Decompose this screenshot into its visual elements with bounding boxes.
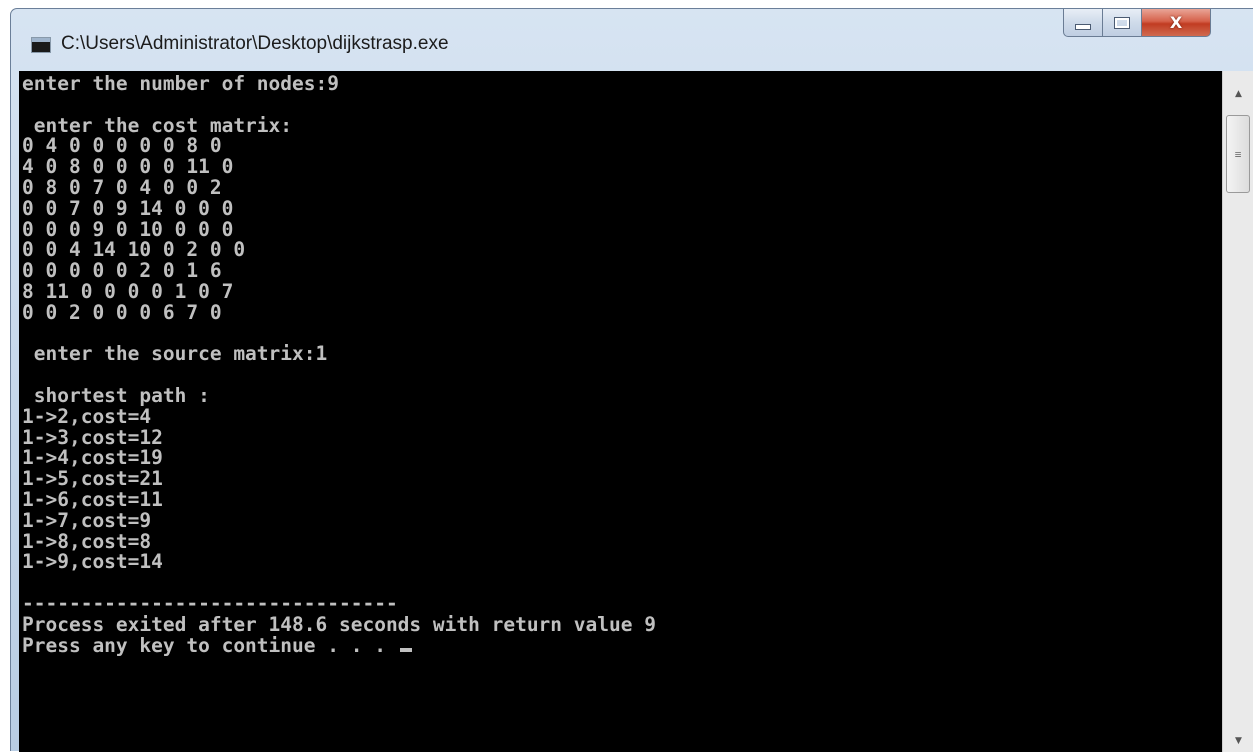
- text-cursor: [399, 647, 412, 652]
- close-button[interactable]: X: [1141, 9, 1211, 37]
- console-line: 1->6,cost=11: [22, 487, 163, 511]
- console-line: 1->5,cost=21: [22, 467, 163, 491]
- console-line: 0 0 0 9 0 10 0 0 0: [22, 217, 234, 241]
- console-line: 1->9,cost=14: [22, 550, 163, 574]
- vertical-scrollbar[interactable]: ▲ ≡ ▼: [1222, 71, 1253, 752]
- scroll-down-arrow-icon[interactable]: ▼: [1223, 730, 1253, 752]
- console-line: --------------------------------: [22, 591, 398, 615]
- console-line: 0 0 4 14 10 0 2 0 0: [22, 238, 246, 262]
- console-line: 1->2,cost=4: [22, 404, 152, 428]
- maximize-button[interactable]: [1102, 9, 1142, 37]
- close-icon: X: [1169, 13, 1183, 32]
- console-line: enter the cost matrix:: [22, 113, 293, 137]
- window-title: C:\Users\Administrator\Desktop\dijkstras…: [61, 33, 449, 54]
- console-line: 1->4,cost=19: [22, 446, 163, 470]
- console-line: 0 4 0 0 0 0 0 8 0: [22, 134, 222, 158]
- console-line: 0 0 7 0 9 14 0 0 0: [22, 196, 234, 220]
- scroll-up-arrow-icon[interactable]: ▲: [1223, 83, 1253, 105]
- console-line: Process exited after 148.6 seconds with …: [22, 612, 656, 636]
- scroll-thumb[interactable]: ≡: [1226, 115, 1250, 193]
- console-line: 4 0 8 0 0 0 0 11 0: [22, 155, 234, 179]
- console-line: enter the source matrix:1: [22, 342, 328, 366]
- console-line: 1->7,cost=9: [22, 508, 152, 532]
- minimize-icon: [1075, 23, 1091, 30]
- minimize-button[interactable]: [1063, 9, 1103, 37]
- console-line: 8 11 0 0 0 0 1 0 7: [22, 279, 234, 303]
- console-line: 1->8,cost=8: [22, 529, 152, 553]
- console-line: 1->3,cost=12: [22, 425, 163, 449]
- console-line: enter the number of nodes:9: [22, 72, 339, 95]
- title-bar[interactable]: C:\Users\Administrator\Desktop\dijkstras…: [11, 9, 1253, 71]
- console-app-icon[interactable]: [31, 37, 51, 53]
- console-line: 0 0 2 0 0 0 6 7 0: [22, 300, 222, 324]
- console-line: 0 0 0 0 0 2 0 1 6: [22, 259, 222, 283]
- maximize-icon: [1114, 16, 1130, 29]
- console-line: shortest path :: [22, 383, 210, 407]
- console-text: enter the number of nodes:9 enter the co…: [19, 71, 1222, 656]
- console-line: 0 8 0 7 0 4 0 0 2: [22, 175, 222, 199]
- console-line: Press any key to continue . . .: [22, 635, 1222, 657]
- console-output-area[interactable]: enter the number of nodes:9 enter the co…: [19, 71, 1222, 752]
- console-window: C:\Users\Administrator\Desktop\dijkstras…: [10, 8, 1253, 752]
